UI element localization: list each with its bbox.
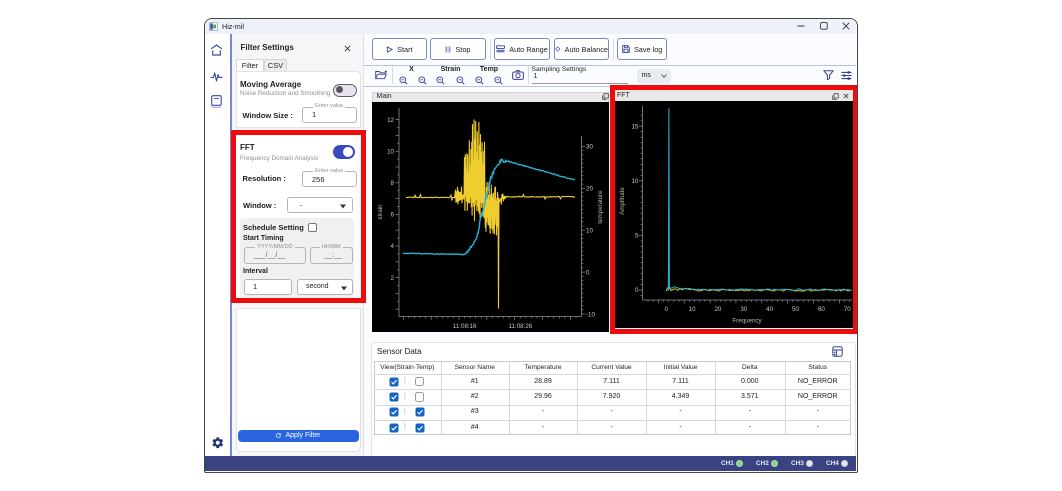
svg-text:11:08:26: 11:08:26 bbox=[508, 323, 532, 330]
svg-text:8: 8 bbox=[390, 180, 394, 187]
svg-text:10: 10 bbox=[387, 148, 394, 155]
svg-text:-10: -10 bbox=[586, 311, 596, 318]
svg-text:12: 12 bbox=[387, 116, 394, 123]
svg-text:30: 30 bbox=[586, 143, 593, 150]
svg-text:10: 10 bbox=[586, 227, 593, 234]
svg-text:11:08:16: 11:08:16 bbox=[452, 323, 476, 330]
svg-text:strain: strain bbox=[377, 203, 384, 219]
svg-text:0: 0 bbox=[586, 269, 590, 276]
svg-text:4: 4 bbox=[390, 243, 394, 250]
svg-text:2: 2 bbox=[390, 274, 394, 281]
svg-text:6: 6 bbox=[390, 211, 394, 218]
svg-text:20: 20 bbox=[586, 185, 593, 192]
svg-text:temperature: temperature bbox=[597, 189, 604, 223]
